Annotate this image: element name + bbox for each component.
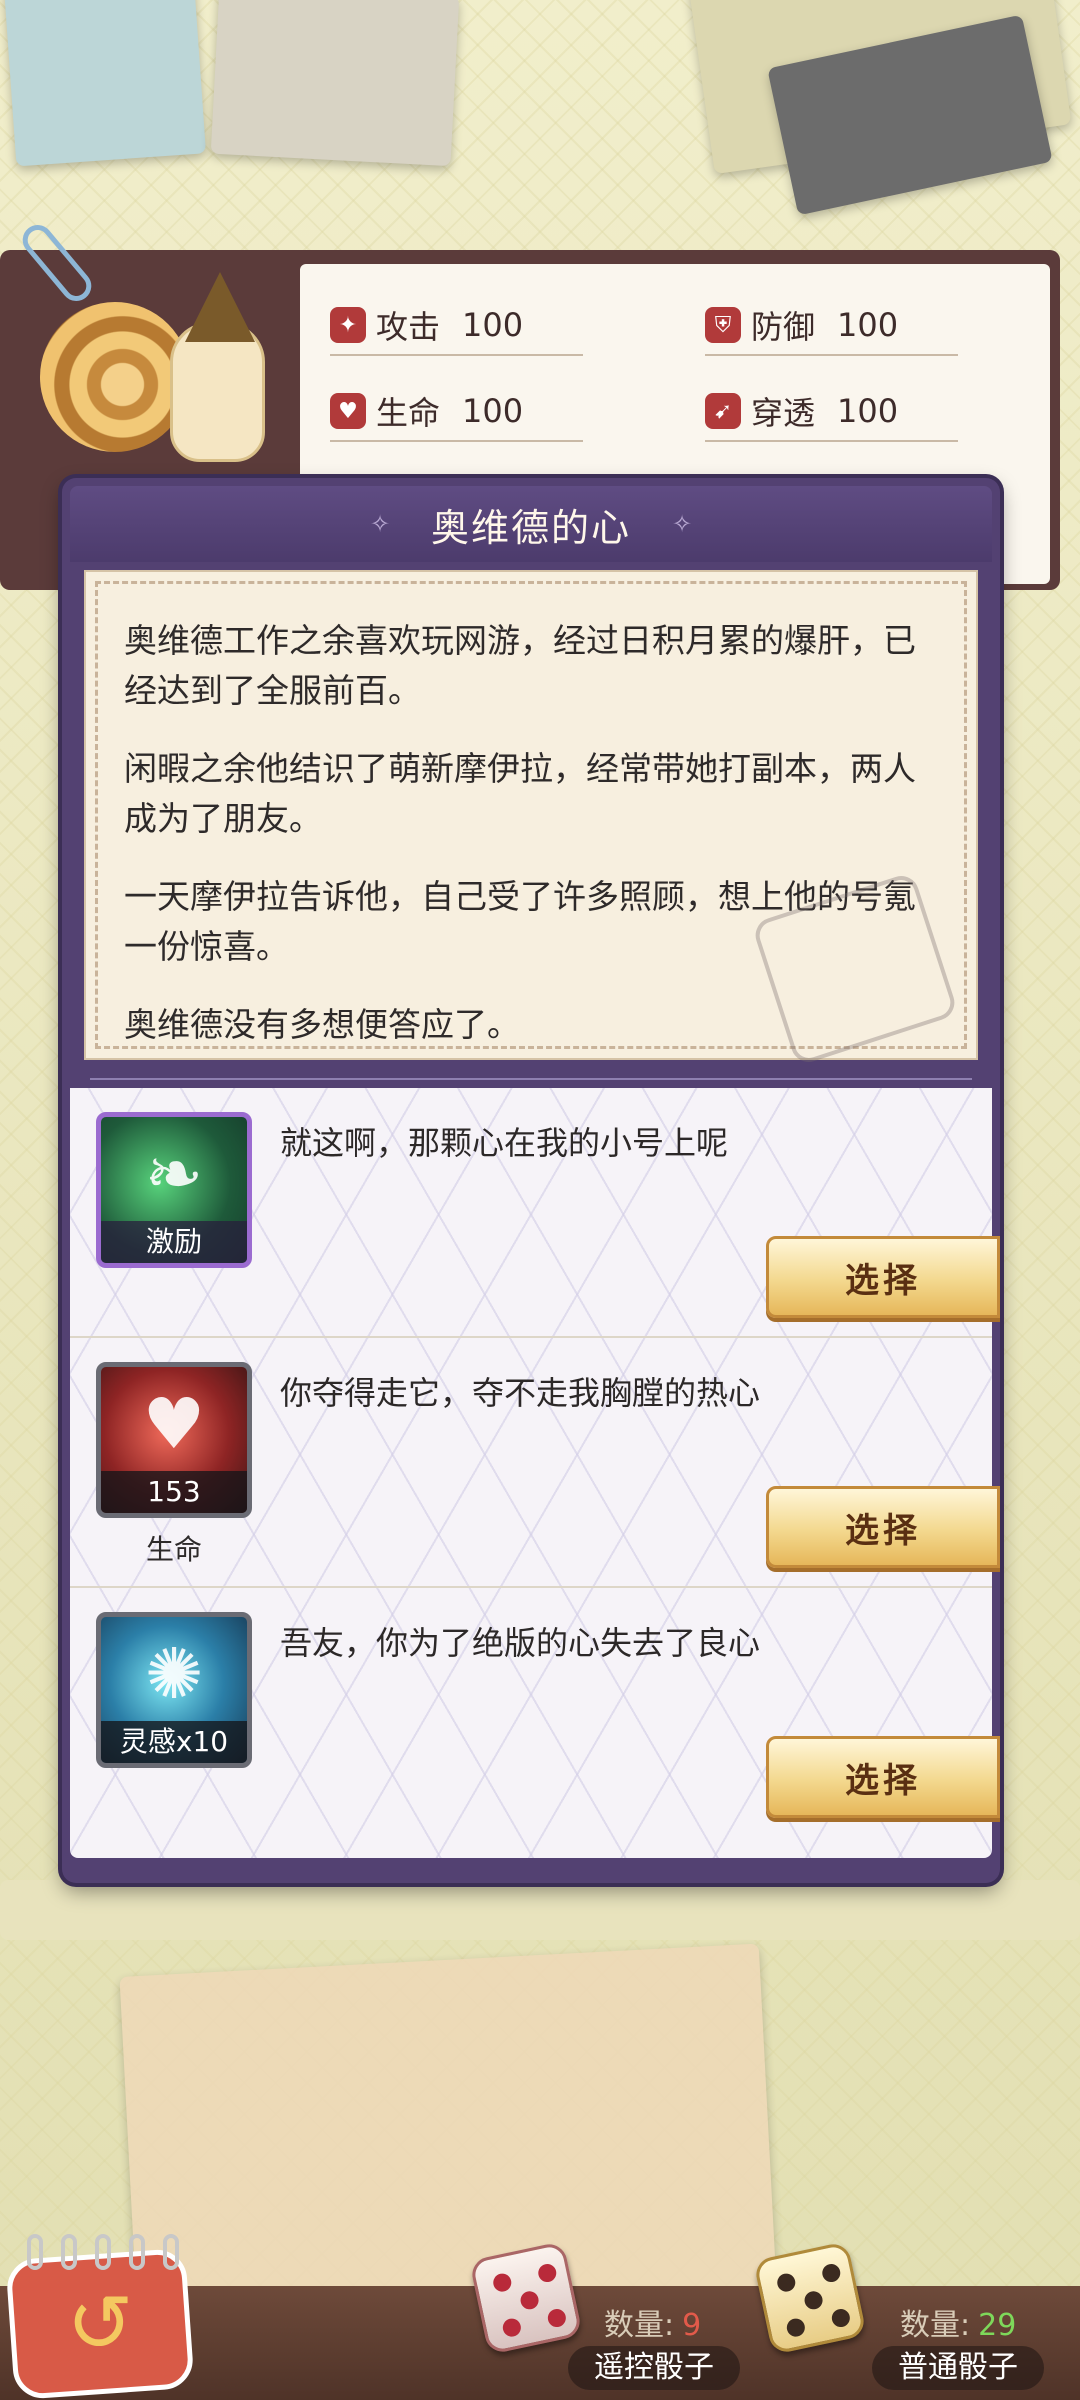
count-label: 数量:: [900, 2308, 971, 2343]
character-portrait: [20, 262, 280, 492]
stat-label: 攻击: [376, 308, 441, 346]
reward-caption: 灵感x10: [101, 1721, 247, 1763]
notebook-coil: [18, 2234, 188, 2270]
divider: [330, 440, 584, 442]
normal-dice-label[interactable]: 普通骰子: [872, 2346, 1044, 2390]
reward-label: 生命: [145, 1533, 202, 1566]
choice-list: ❧ 激励 就这啊，那颗心在我的小号上呢 选择 ♥ 153 生命 你夺得走它，夺不…: [70, 1088, 1000, 1858]
story-paragraph: 奥维德工作之余喜欢玩网游，经过日积月累的爆肝，已经达到了全服前百。: [124, 621, 916, 710]
divider: [330, 354, 584, 356]
choice-option: ✺ 灵感x10 吾友，你为了绝版的心失去了良心 选择: [70, 1588, 1000, 1838]
stat-defense: ⛨ 防御 100: [705, 302, 959, 356]
background-photo: [3, 0, 207, 167]
stat-label: 生命: [376, 394, 441, 432]
count-value: 29: [978, 2308, 1017, 2343]
inspiration-icon: ✺: [144, 1633, 204, 1715]
background-photo: [210, 0, 460, 167]
inspire-icon: ❧: [144, 1133, 204, 1215]
stat-attack: ✦ 攻击 100: [330, 302, 584, 356]
stat-value: 100: [462, 306, 524, 344]
reward-hp[interactable]: ♥ 153: [96, 1362, 252, 1518]
event-dialog: ✧ 奥维德的心 ✧ 奥维德工作之余喜欢玩网游，经过日积月累的爆肝，已经达到了全服…: [62, 478, 1000, 1883]
divider: [705, 354, 959, 356]
defense-icon: ⛨: [705, 307, 741, 343]
remote-dice-count: 数量: 9: [604, 2300, 701, 2344]
back-button[interactable]: ↺: [5, 2234, 195, 2400]
heart-icon: ♥: [330, 393, 366, 429]
reward-caption: 激励: [101, 1221, 247, 1263]
story-paragraph: 闲暇之余他结识了萌新摩伊拉，经常带她打副本，两人成为了朋友。: [124, 749, 916, 838]
reward-caption: 153: [101, 1471, 247, 1513]
dialog-title: 奥维德的心: [430, 505, 631, 550]
remote-dice-icon[interactable]: [469, 2241, 583, 2355]
stat-value: 100: [837, 306, 899, 344]
stat-value: 100: [462, 392, 524, 430]
snail-shell: [40, 302, 190, 452]
choice-option: ❧ 激励 就这啊，那颗心在我的小号上呢 选择: [70, 1088, 1000, 1338]
character-hat: [185, 272, 255, 342]
choose-button[interactable]: 选择: [766, 1236, 1000, 1318]
choice-option: ♥ 153 生命 你夺得走它，夺不走我胸膛的热心 选择: [70, 1338, 1000, 1588]
attack-icon: ✦: [330, 307, 366, 343]
choose-button[interactable]: 选择: [766, 1736, 1000, 1818]
reward-inspiration[interactable]: ✺ 灵感x10: [96, 1612, 252, 1768]
ornament-icon: ✧: [671, 510, 693, 538]
remote-dice-label[interactable]: 遥控骰子: [568, 2346, 740, 2390]
background-strip: [0, 1880, 1080, 1940]
reward-inspire[interactable]: ❧ 激励: [96, 1112, 252, 1268]
ornament-icon: ✧: [369, 510, 391, 538]
stat-label: 防御: [751, 308, 816, 346]
dialog-header: ✧ 奥维德的心 ✧: [70, 486, 992, 562]
return-arrow-icon: ↺: [66, 2277, 134, 2370]
character-body: [170, 322, 265, 462]
divider: [705, 440, 959, 442]
section-divider: [70, 1072, 992, 1086]
penetration-icon: ➹: [705, 393, 741, 429]
choice-text: 就这啊，那颗心在我的小号上呢: [280, 1124, 729, 1162]
count-value: 9: [682, 2308, 702, 2343]
stat-value: 100: [837, 392, 899, 430]
count-label: 数量:: [604, 2308, 675, 2343]
choose-button[interactable]: 选择: [766, 1486, 1000, 1568]
normal-dice-icon[interactable]: [753, 2241, 867, 2355]
stat-hp: ♥ 生命 100: [330, 388, 584, 442]
normal-dice-count: 数量: 29: [900, 2300, 1016, 2344]
heart-icon: ♥: [142, 1383, 206, 1465]
choice-text: 吾友，你为了绝版的心失去了良心: [280, 1624, 761, 1662]
choice-text: 你夺得走它，夺不走我胸膛的热心: [280, 1374, 761, 1412]
stat-penetration: ➹ 穿透 100: [705, 388, 959, 442]
stat-label: 穿透: [751, 394, 816, 432]
story-text-panel: 奥维德工作之余喜欢玩网游，经过日积月累的爆肝，已经达到了全服前百。 闲暇之余他结…: [84, 570, 978, 1067]
